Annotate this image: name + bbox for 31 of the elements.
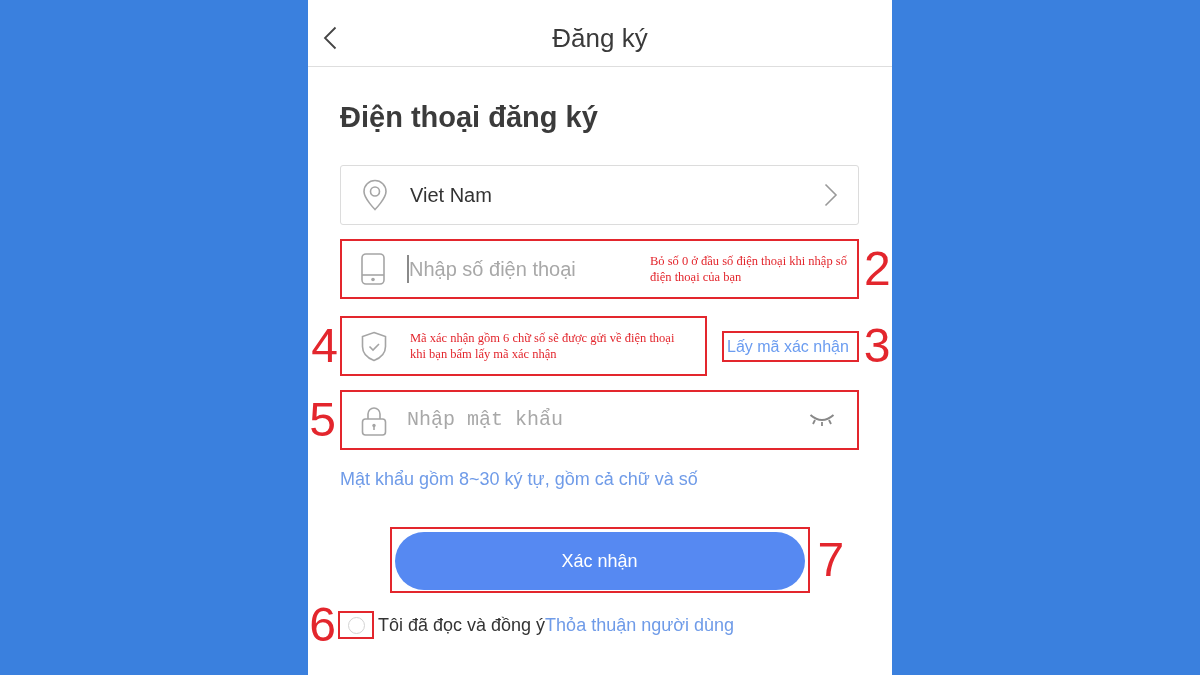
chevron-right-icon <box>824 183 838 207</box>
form-heading: Điện thoại đăng ký <box>340 100 599 135</box>
callout-number: 3 <box>863 322 891 370</box>
phone-input-field[interactable]: Nhập số điện thoại Bỏ số 0 ở đầu số điện thoại khi nhập số điện thoại của bạn <box>340 239 859 299</box>
password-hint: Mật khẩu gồm 8~30 ký tự, gồm cả chữ và số <box>340 468 699 491</box>
user-agreement-link[interactable]: Thỏa thuận người dùng <box>545 615 735 635</box>
callout-number: 7 <box>817 536 845 584</box>
callout-number: 6 <box>309 601 336 649</box>
phone-icon <box>361 253 385 285</box>
shield-check-icon <box>361 330 387 362</box>
closed-eye-icon[interactable] <box>809 413 835 427</box>
confirm-button[interactable]: Xác nhận <box>394 532 805 590</box>
lock-icon <box>361 404 387 436</box>
page-title: Đăng ký <box>551 22 649 54</box>
code-input-field[interactable]: Mã xác nhận gồm 6 chữ số sẽ được gửi về điện thoại khi bạn bấm lấy mã xác nhận <box>340 316 707 376</box>
placeholder-text: Nhập mật khẩu <box>407 407 565 433</box>
annotation-note: Mã xác nhận gồm 6 chữ số sẽ được gửi về điện thoại khi bạn bấm lấy mã xác nhận <box>410 330 676 362</box>
chevron-left-icon <box>323 26 337 50</box>
country-select[interactable]: Viet Nam <box>340 165 859 225</box>
password-input-field[interactable]: Nhập mật khẩu <box>340 390 859 450</box>
callout-number: 2 <box>864 245 891 293</box>
location-pin-icon <box>362 179 388 211</box>
callout-number: 4 <box>311 322 338 370</box>
placeholder-text: Nhập số điện thoại <box>409 257 577 282</box>
country-value: Viet Nam <box>410 183 493 208</box>
agreement-text: Tôi đã đọc và đồng ýThỏa thuận người dùng <box>378 614 735 637</box>
agreement-radio[interactable] <box>347 616 365 634</box>
get-code-link[interactable]: Lấy mã xác nhận <box>722 330 859 362</box>
back-button[interactable] <box>321 25 339 51</box>
callout-number: 5 <box>309 396 336 444</box>
annotation-note: Bỏ số 0 ở đầu số điện thoại khi nhập số điện thoại của bạn <box>650 253 848 285</box>
